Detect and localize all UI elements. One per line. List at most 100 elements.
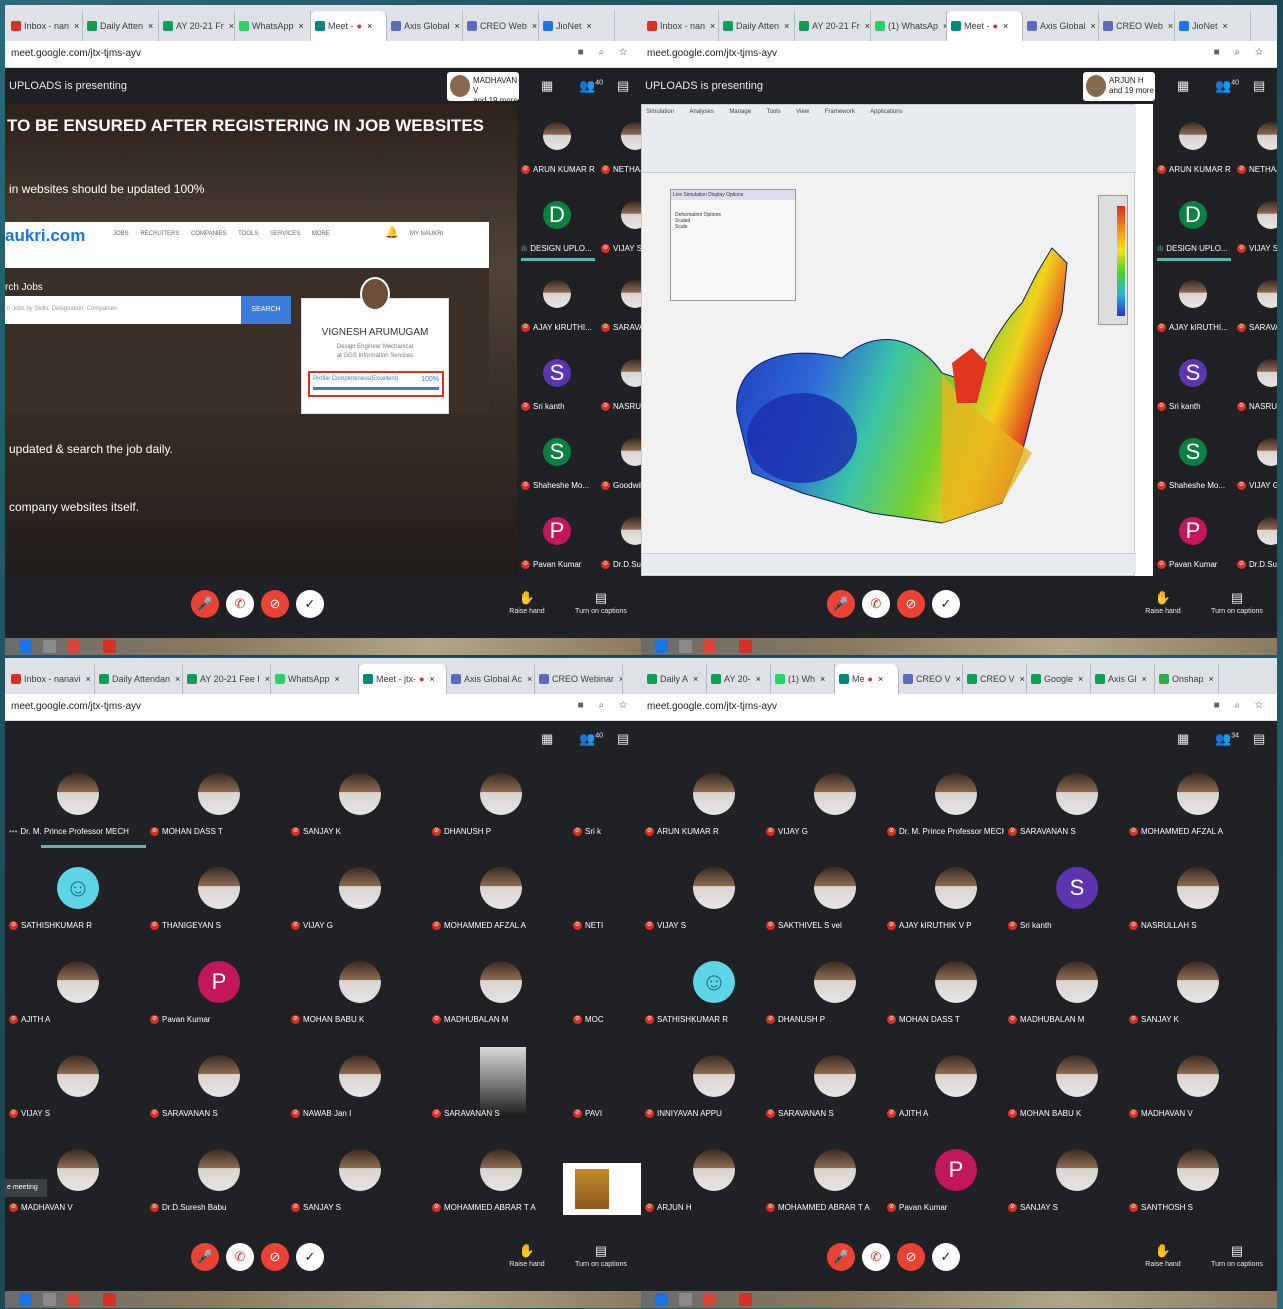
participant-tile[interactable]: ⊘ MOHAMMED AFZAL A xyxy=(1125,757,1246,851)
presenter-card[interactable]: MADHAVAN Vand 19 more xyxy=(447,72,519,105)
participant-tile[interactable]: ••• Dr. M. Prince Professor MECH xyxy=(5,757,146,851)
participant-tile[interactable]: ⊘ SARAVANAN S xyxy=(428,1039,569,1133)
close-tab-icon[interactable]: × xyxy=(1223,21,1228,31)
participant-tile[interactable]: ⊘ DHANUSH P xyxy=(428,757,569,851)
captions-button[interactable]: ▤ Turn on captions xyxy=(571,1243,631,1268)
participant-tile[interactable]: P ⊘ Pavan Kumar xyxy=(146,945,287,1039)
taskbar-app-icon[interactable] xyxy=(43,640,56,653)
close-tab-icon[interactable]: × xyxy=(148,21,153,31)
camera-off-icon[interactable]: ⊘ xyxy=(897,590,925,618)
browser-tab[interactable]: Inbox - nan × xyxy=(7,11,83,41)
raise-hand-button[interactable]: ✋ Raise hand xyxy=(1133,1243,1193,1268)
self-view-pip[interactable] xyxy=(563,1163,641,1215)
browser-tab[interactable]: CREO Web × xyxy=(463,11,539,41)
mic-off-icon[interactable]: 🎤 xyxy=(191,1243,219,1271)
participant-tile[interactable]: ⊘ ARUN KUMAR R xyxy=(641,757,762,851)
participant-tile[interactable]: ⊘ AJITH A xyxy=(5,945,146,1039)
captions-button[interactable]: ▤ Turn on captions xyxy=(571,590,631,615)
grid-icon[interactable]: ▦ xyxy=(1177,78,1189,94)
people-icon[interactable]: 👥40 xyxy=(579,78,603,94)
chat-icon[interactable]: ▤ xyxy=(617,731,629,747)
participant-tile[interactable]: ⊘NASRUL xyxy=(597,341,641,420)
address-bar-icons[interactable]: ■ ⌕ ☆ xyxy=(1214,700,1269,711)
close-tab-icon[interactable]: × xyxy=(710,21,715,31)
chat-icon[interactable]: ▤ xyxy=(1253,78,1265,94)
taskbar-app-icon[interactable] xyxy=(739,1293,752,1306)
browser-tab[interactable]: Daily A × xyxy=(643,664,707,694)
participant-tile[interactable]: ⊘SARAVA xyxy=(597,262,641,341)
participant-tile[interactable]: S ⊘ Sri kanth xyxy=(1004,851,1125,945)
participant-tile[interactable]: ⊘ NETI xyxy=(569,851,641,945)
participant-tile[interactable]: ⊘ VIJAY S xyxy=(597,183,641,262)
participant-tile[interactable]: ⊘ AJAY kIRUTHI... xyxy=(517,262,597,341)
browser-tab[interactable]: Me ● × xyxy=(835,664,899,694)
participant-tile[interactable]: ⊘NETHAJ xyxy=(1233,104,1277,183)
participant-tile[interactable]: ⊘ SANJAY S xyxy=(1004,1133,1125,1227)
browser-tab[interactable]: Meet - ● × xyxy=(947,11,1023,41)
participant-tile[interactable]: S ⊘ Shaheshe Mo... xyxy=(517,420,597,499)
camera-off-icon[interactable]: ⊘ xyxy=(261,590,289,618)
participant-tile[interactable]: ⊘ SARAVANAN S xyxy=(146,1039,287,1133)
more-icon[interactable]: ✓ xyxy=(932,1243,960,1271)
participant-tile[interactable]: ⊘ ARJUN H xyxy=(641,1133,762,1227)
participant-tile[interactable]: ⊘ MADHAVAN V xyxy=(1125,1039,1246,1133)
grid-icon[interactable]: ▦ xyxy=(541,731,553,747)
browser-tab[interactable]: JioNet × xyxy=(1175,11,1251,41)
taskbar-app-icon[interactable] xyxy=(739,640,752,653)
close-tab-icon[interactable]: × xyxy=(455,21,460,31)
mic-off-icon[interactable]: 🎤 xyxy=(191,590,219,618)
participant-tile[interactable]: ⊘ VIJAY G xyxy=(762,757,883,851)
browser-tab[interactable]: AY 20-21 Fee I × xyxy=(183,664,271,694)
end-call-icon[interactable]: ✆ xyxy=(862,1243,890,1271)
participant-tile[interactable]: ⊘ SANJAY K xyxy=(287,757,428,851)
participant-tile[interactable]: ⊘ VIJAY G xyxy=(1233,420,1277,499)
taskbar-app-icon[interactable] xyxy=(103,1293,116,1306)
close-tab-icon[interactable]: × xyxy=(1142,674,1147,684)
meeting-tag[interactable]: e meeting xyxy=(5,1179,47,1197)
captions-button[interactable]: ▤ Turn on captions xyxy=(1207,590,1267,615)
participant-tile[interactable]: ⊘ Sri k xyxy=(569,757,641,851)
url-text[interactable]: meet.google.com/jtx-tjms-ayv xyxy=(647,701,777,712)
more-icon[interactable]: ✓ xyxy=(296,1243,324,1271)
end-call-icon[interactable]: ✆ xyxy=(862,590,890,618)
close-tab-icon[interactable]: × xyxy=(865,21,870,31)
close-tab-icon[interactable]: × xyxy=(693,674,698,684)
browser-tab[interactable]: Axis Global Ac × xyxy=(447,664,535,694)
grid-icon[interactable]: ▦ xyxy=(541,78,553,94)
participant-tile[interactable]: ⊘ SARAVANAN S xyxy=(1004,757,1125,851)
browser-tab[interactable]: CREO Webinar × xyxy=(535,664,623,694)
participant-tile[interactable]: ⊘ SANJAY K xyxy=(1125,945,1246,1039)
participant-tile[interactable]: ⊘ MOHAMMED ABRAR T A xyxy=(428,1133,569,1227)
participant-tile[interactable]: ⊘ MOHAN DASS T xyxy=(883,945,1004,1039)
taskbar-app-icon[interactable] xyxy=(43,1293,56,1306)
participant-tile[interactable]: ⊘ VIJAY G xyxy=(287,851,428,945)
browser-tab[interactable]: (1) WhatsAp× xyxy=(871,11,947,41)
taskbar-app-icon[interactable] xyxy=(655,1293,668,1306)
participant-tile[interactable]: ⊘ SANTHOSH S xyxy=(1125,1133,1246,1227)
browser-tab[interactable]: Meet - ● × xyxy=(311,11,387,41)
close-tab-icon[interactable]: × xyxy=(1020,674,1025,684)
address-bar-icons[interactable]: ■ ⌕ ☆ xyxy=(578,700,633,711)
raise-hand-button[interactable]: ✋ Raise hand xyxy=(497,1243,557,1268)
panel-option[interactable]: Scale xyxy=(675,224,721,230)
close-tab-icon[interactable]: × xyxy=(619,674,622,684)
close-tab-icon[interactable]: × xyxy=(878,674,883,684)
taskbar-app-icon[interactable] xyxy=(655,640,668,653)
close-tab-icon[interactable]: × xyxy=(756,674,761,684)
participant-tile[interactable]: Dılı DESIGN UPLO... xyxy=(1153,183,1233,262)
participant-tile[interactable]: Dılı DESIGN UPLO... xyxy=(517,183,597,262)
browser-tab[interactable]: WhatsApp × xyxy=(235,11,311,41)
browser-tab[interactable]: Onshap × xyxy=(1155,664,1219,694)
participant-tile[interactable]: ⊘ Dr.D.Sur xyxy=(597,499,641,578)
participant-tile[interactable]: ☺ ⊘ SATHISHKUMAR R xyxy=(641,945,762,1039)
url-text[interactable]: meet.google.com/jtx-tjms-ayv xyxy=(11,701,141,712)
participant-tile[interactable]: ⊘ MOHAN DASS T xyxy=(146,757,287,851)
close-tab-icon[interactable]: × xyxy=(1003,21,1008,31)
browser-tab[interactable]: WhatsApp × xyxy=(271,664,359,694)
close-tab-icon[interactable]: × xyxy=(74,21,79,31)
participant-tile[interactable]: ⊘ Dr.D.Suresh Babu xyxy=(146,1133,287,1227)
raise-hand-button[interactable]: ✋ Raise hand xyxy=(497,590,557,615)
participant-tile[interactable]: ⊘ Dr.D.Sur xyxy=(1233,499,1277,578)
participant-tile[interactable]: ⊘NETHAJ xyxy=(597,104,641,183)
participant-tile[interactable]: ☺ ⊘ SATHISHKUMAR R xyxy=(5,851,146,945)
